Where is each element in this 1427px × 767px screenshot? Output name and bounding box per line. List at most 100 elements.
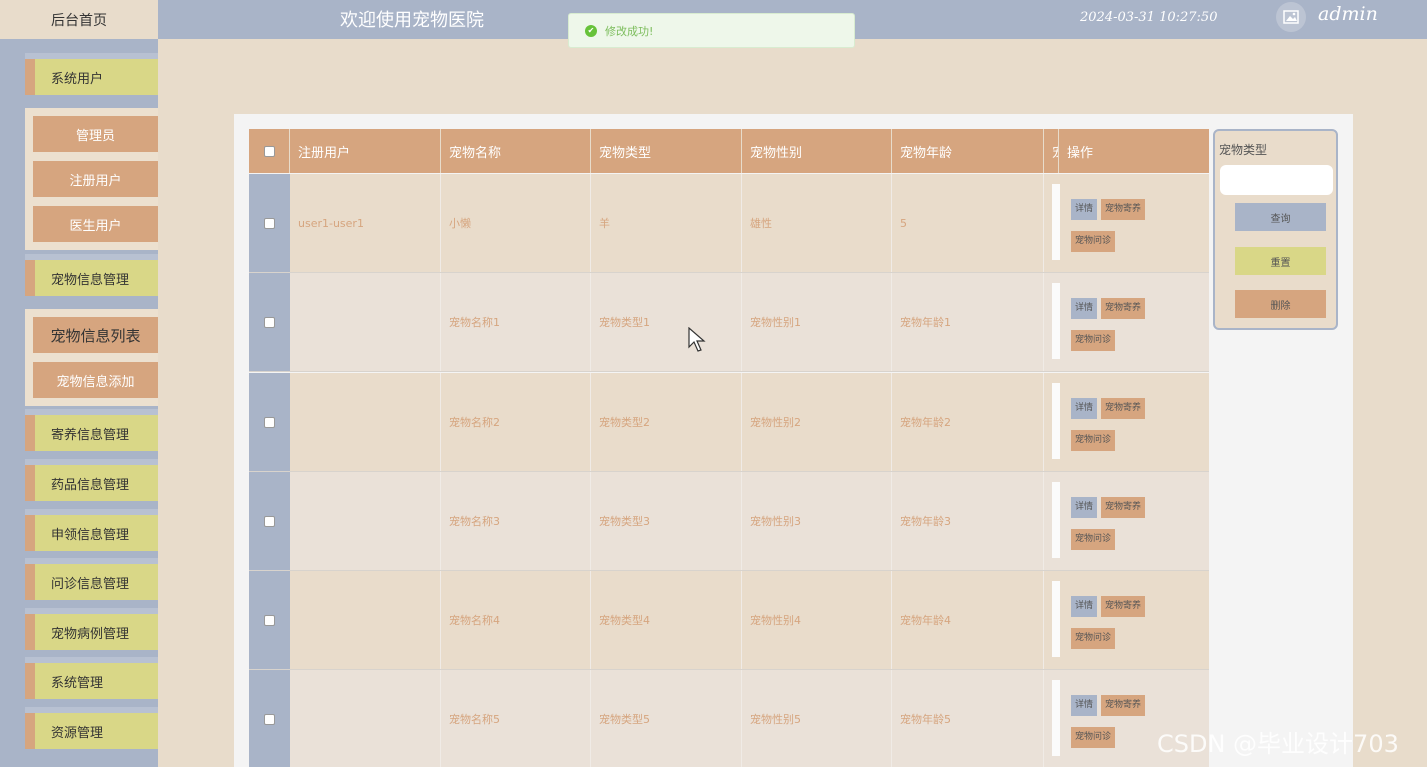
row-select-cell [249,670,290,767]
table-cell-user [290,373,441,471]
table-cell-user [290,571,441,669]
site-title: 欢迎使用宠物医院 [340,10,484,31]
table-row: user1-user1 小懒羊雄性 5 详情 宠物寄养宠物问诊 [249,174,1209,273]
column-header: 宠物名称 [441,129,591,173]
sidebar-item-label: 宠物信息添加 [56,374,135,390]
row-checkbox[interactable] [264,416,275,428]
foster-button[interactable]: 宠物寄养 [1101,497,1146,518]
table-cell-gender: 宠物性别1 [742,273,892,371]
sidebar-item-consultation[interactable]: 问诊信息管理 [25,558,158,600]
sidebar-item-label: 系统用户 [51,71,104,87]
table-cell-age: 宠物年龄5 [892,670,1044,767]
row-select-cell [249,472,290,570]
table-cell-name: 宠物名称1 [441,273,591,371]
column-divider [1052,283,1060,359]
home-link[interactable]: 后台首页 [0,0,158,39]
row-checkbox[interactable] [264,614,275,626]
image-icon [1283,10,1299,24]
detail-button[interactable]: 详情 [1071,497,1098,518]
sidebar-item-pet-list[interactable]: 宠物信息列表 [33,317,158,353]
detail-button[interactable]: 详情 [1071,199,1098,220]
select-all-checkbox[interactable] [263,145,275,157]
consult-button[interactable]: 宠物问诊 [1071,231,1116,252]
sidebar-item-pet-add[interactable]: 宠物信息添加 [33,362,158,398]
table-cell-type: 宠物类型4 [591,571,742,669]
table-cell-name: 宠物名称5 [441,670,591,767]
detail-button[interactable]: 详情 [1071,298,1098,319]
sidebar-item-pet-info[interactable]: 宠物信息管理 [25,254,158,296]
sidebar-item-system[interactable]: 系统管理 [25,657,158,699]
consult-button[interactable]: 宠物问诊 [1071,430,1116,451]
row-select-cell [249,571,290,669]
foster-button[interactable]: 宠物寄养 [1101,398,1146,419]
table-header: 注册用户 宠物名称 宠物类型 宠物性别 宠物年龄 宠 操作 [249,129,1209,173]
table-cell-user [290,273,441,371]
sidebar-item-foster[interactable]: 寄养信息管理 [25,409,158,451]
select-all-cell [249,129,290,173]
row-select-cell [249,273,290,371]
row-checkbox[interactable] [264,217,275,229]
success-toast: ✔ 修改成功! [568,13,855,48]
table-cell-name: 宠物名称2 [441,373,591,471]
table-row: 宠物名称1 宠物类型1 宠物性别1 宠物年龄1 详情 宠物寄养宠物问诊 [249,273,1209,372]
sidebar-item-doctor-users[interactable]: 医生用户 [33,206,158,242]
sidebar-item-medicine[interactable]: 药品信息管理 [25,459,158,501]
sidebar-item-label: 宠物信息管理 [51,272,130,288]
table-cell-age: 5 [892,174,1044,272]
username[interactable]: admin [1318,3,1378,25]
foster-button[interactable]: 宠物寄养 [1101,596,1146,617]
column-header: 宠 [1044,129,1059,173]
table-cell-name: 宠物名称4 [441,571,591,669]
watermark: CSDN @毕业设计703 [1157,730,1399,758]
sidebar-item-label: 申领信息管理 [51,527,130,543]
consult-button[interactable]: 宠物问诊 [1071,529,1116,550]
avatar[interactable] [1276,2,1306,32]
table-cell-name: 宠物名称3 [441,472,591,570]
sidebar-item-label: 寄养信息管理 [51,427,130,443]
detail-button[interactable]: 详情 [1071,398,1098,419]
query-button[interactable]: 查询 [1235,203,1326,231]
column-header: 宠物年龄 [892,129,1044,173]
table-cell-gender: 宠物性别5 [742,670,892,767]
consult-button[interactable]: 宠物问诊 [1071,330,1116,351]
column-divider [1052,383,1060,459]
table-cell-type: 宠物类型1 [591,273,742,371]
sidebar-item-claims[interactable]: 申领信息管理 [25,509,158,551]
table-cell-type: 宠物类型5 [591,670,742,767]
sidebar-item-registered-users[interactable]: 注册用户 [33,161,158,197]
table-cell-gender: 宠物性别3 [742,472,892,570]
detail-button[interactable]: 详情 [1071,596,1098,617]
row-actions: 详情 宠物寄养宠物问诊 [1071,395,1171,459]
search-label: 宠物类型 [1219,143,1268,157]
reset-button[interactable]: 重置 [1235,247,1326,275]
foster-button[interactable]: 宠物寄养 [1101,298,1146,319]
table-row: 宠物名称4 宠物类型4 宠物性别4 宠物年龄4 详情 宠物寄养宠物问诊 [249,571,1209,670]
column-header: 注册用户 [290,129,441,173]
delete-button[interactable]: 删除 [1235,290,1326,318]
sidebar-item-resources[interactable]: 资源管理 [25,707,158,749]
row-checkbox[interactable] [264,713,275,725]
sidebar-item-medical-records[interactable]: 宠物病例管理 [25,608,158,650]
detail-button[interactable]: 详情 [1071,695,1098,716]
sidebar-item-admin[interactable]: 管理员 [33,116,158,152]
sidebar-item-label: 宠物病例管理 [51,626,130,642]
consult-button[interactable]: 宠物问诊 [1071,727,1116,748]
sidebar-item-label: 医生用户 [69,218,122,234]
foster-button[interactable]: 宠物寄养 [1101,695,1146,716]
submenu-pet-info: 宠物信息列表 宠物信息添加 [25,309,158,406]
table-cell-user [290,472,441,570]
pet-type-input[interactable] [1220,165,1333,195]
table-cell-age: 宠物年龄4 [892,571,1044,669]
sidebar-item-label: 问诊信息管理 [51,576,130,592]
table-row: 宠物名称3 宠物类型3 宠物性别3 宠物年龄3 详情 宠物寄养宠物问诊 [249,472,1209,571]
sidebar-item-label: 注册用户 [69,173,122,189]
consult-button[interactable]: 宠物问诊 [1071,628,1116,649]
sidebar-item-system-users[interactable]: 系统用户 [25,53,158,95]
table-cell-age: 宠物年龄3 [892,472,1044,570]
column-divider [1052,482,1060,558]
foster-button[interactable]: 宠物寄养 [1101,199,1146,220]
row-checkbox[interactable] [264,515,275,527]
row-actions: 详情 宠物寄养宠物问诊 [1071,692,1171,756]
row-checkbox[interactable] [264,316,275,328]
row-actions: 详情 宠物寄养宠物问诊 [1071,494,1171,558]
